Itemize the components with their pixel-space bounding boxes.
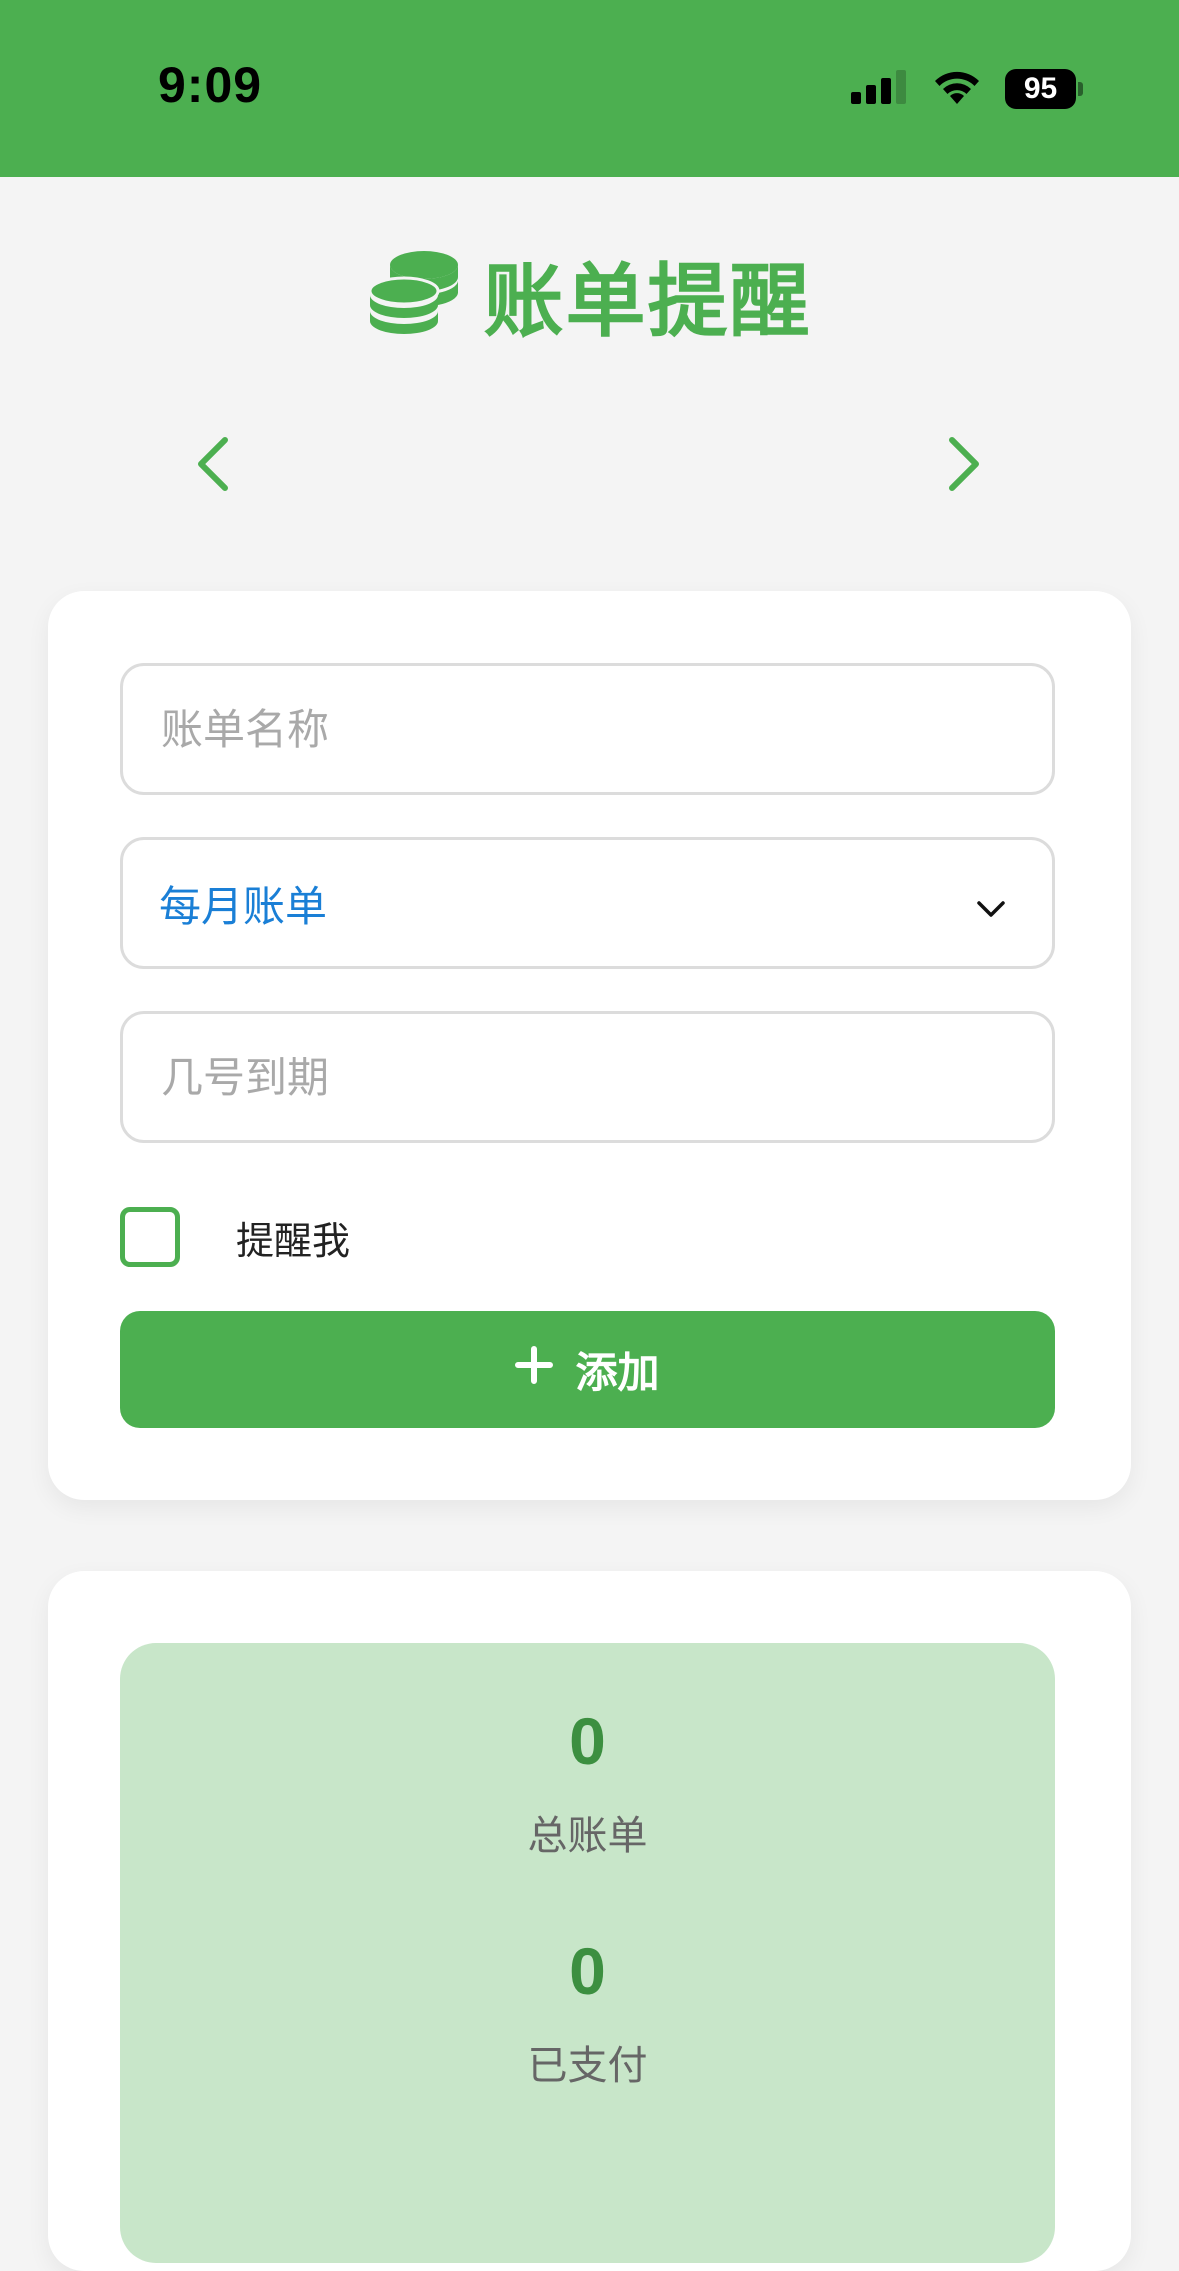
stat-total-value: 0 [569,1704,606,1778]
bill-type-selected: 每月账单 [159,881,328,931]
stat-total: 0 总账单 [120,1703,1055,1861]
chevron-left-icon [195,436,231,496]
status-bar: 9:09 95 [0,0,1179,177]
remind-checkbox[interactable] [120,1207,180,1267]
bill-name-field[interactable] [120,663,1055,795]
coins-icon [368,249,460,341]
prev-button[interactable] [183,436,243,496]
plus-icon [515,1345,554,1394]
remind-row: 提醒我 [120,1207,350,1267]
remind-label: 提醒我 [236,1218,351,1263]
stat-total-label: 总账单 [527,1813,648,1859]
stats-card: 0 总账单 0 已支付 [48,1571,1131,2271]
battery-tip [1078,82,1083,96]
app-header: 账单提醒 [0,240,1179,350]
bill-type-select[interactable]: 每月账单 [120,837,1055,969]
stat-paid-value: 0 [569,1934,606,2008]
status-icons: 95 [851,68,1083,110]
add-button[interactable]: 添加 [120,1311,1055,1428]
battery-icon: 95 [1005,69,1083,109]
stat-paid: 0 已支付 [120,1933,1055,2091]
due-day-field[interactable] [120,1011,1055,1143]
bill-form-card: 每月账单 提醒我 添加 [48,591,1131,1500]
add-button-label: 添加 [575,1348,660,1397]
app-title: 账单提醒 [483,255,812,348]
next-button[interactable] [934,436,994,496]
cellular-signal-icon [851,70,909,108]
due-day-input[interactable] [159,1051,1013,1103]
status-time: 9:09 [158,57,263,113]
battery-level: 95 [1005,69,1077,109]
stat-paid-label: 已支付 [527,2043,648,2089]
chevron-down-icon [976,879,1006,928]
chevron-right-icon [946,436,982,496]
wifi-icon [931,68,983,110]
stats-box: 0 总账单 0 已支付 [120,1643,1055,2263]
bill-name-input[interactable] [159,703,1013,755]
